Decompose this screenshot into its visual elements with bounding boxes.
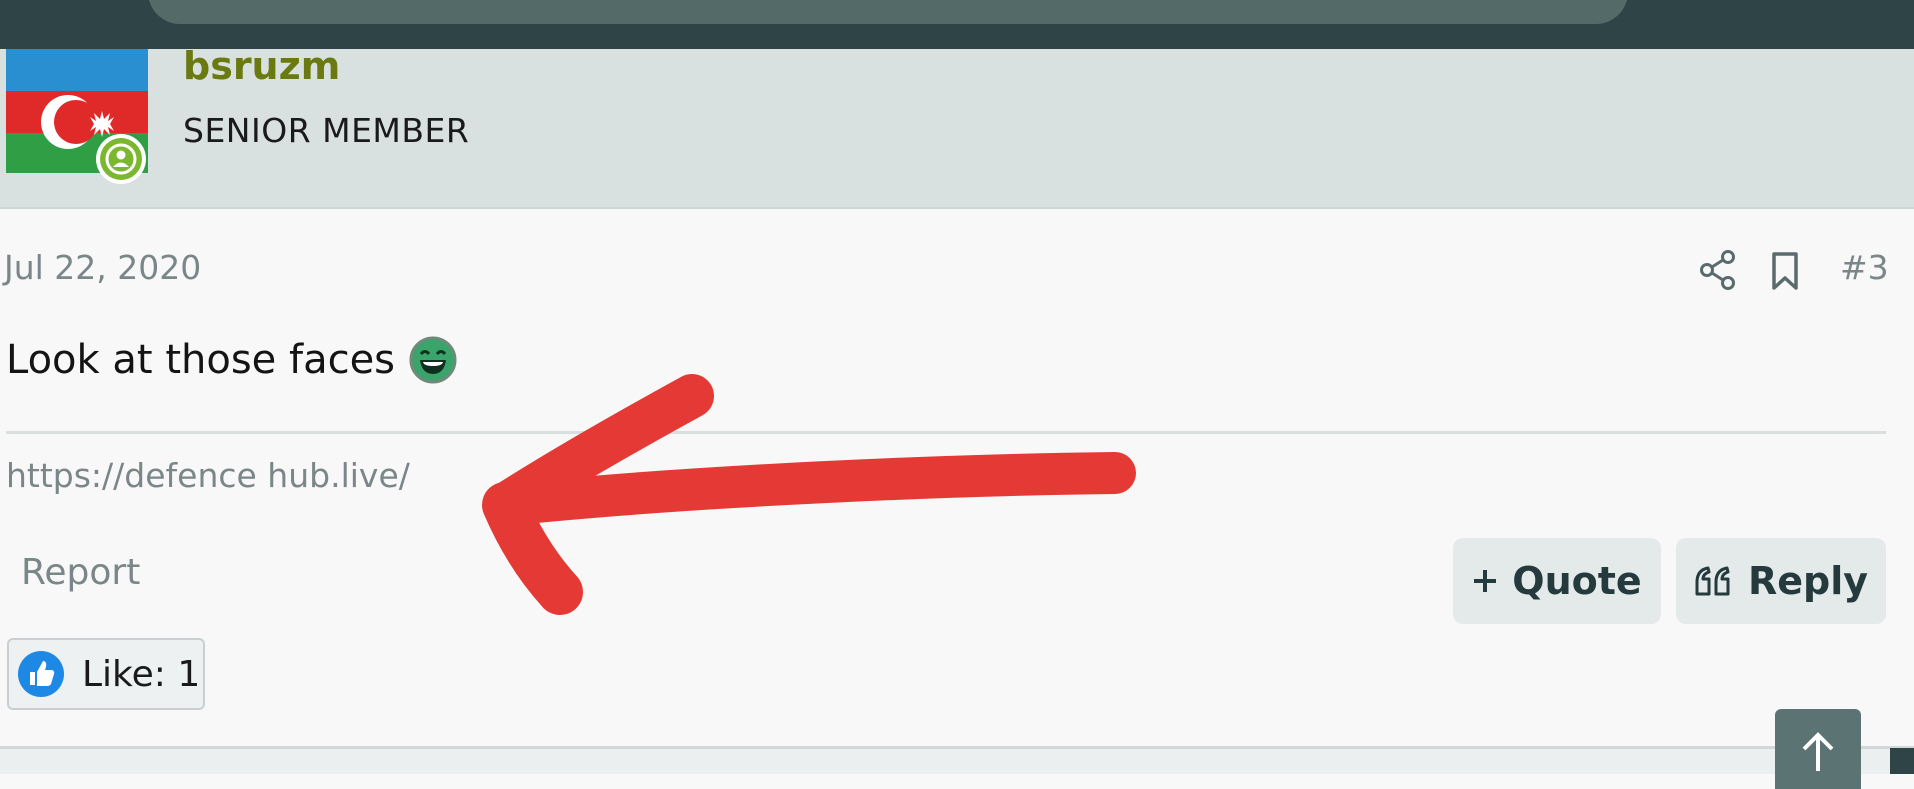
post-number-link[interactable]: #3 <box>1840 248 1889 287</box>
quote-button[interactable]: Quote <box>1453 538 1661 624</box>
bookmark-icon[interactable] <box>1770 251 1800 291</box>
username-link[interactable]: bsruzm <box>183 44 340 88</box>
post-body: Look at those faces <box>6 336 457 384</box>
online-status-icon <box>96 134 146 184</box>
scroll-to-top-button[interactable] <box>1775 709 1861 789</box>
corner-block <box>1890 748 1914 774</box>
reaction-summary[interactable]: Like: 1 <box>7 638 205 710</box>
post-date-link[interactable]: Jul 22, 2020 <box>4 248 201 287</box>
signature-divider <box>6 431 1886 434</box>
like-count: Like: 1 <box>82 653 201 695</box>
arrow-up-icon <box>1802 732 1834 771</box>
next-post-edge <box>0 749 1914 774</box>
signature-link[interactable]: https://defence hub.live/ <box>6 456 410 495</box>
report-link[interactable]: Report <box>21 552 140 593</box>
quote-button-label: Quote <box>1512 559 1642 603</box>
reply-button-label: Reply <box>1747 559 1869 603</box>
reply-button[interactable]: Reply <box>1676 538 1886 624</box>
share-icon[interactable] <box>1698 249 1738 291</box>
search-bar[interactable] <box>148 0 1628 24</box>
laughing-emoji-icon <box>409 336 457 384</box>
thumbs-up-icon <box>18 651 64 697</box>
quote-mark-icon <box>1695 566 1730 596</box>
user-title: SENIOR MEMBER <box>183 111 470 150</box>
post-message: Look at those faces <box>6 337 396 383</box>
top-navigation-bar <box>0 0 1914 49</box>
plus-icon <box>1474 570 1497 592</box>
